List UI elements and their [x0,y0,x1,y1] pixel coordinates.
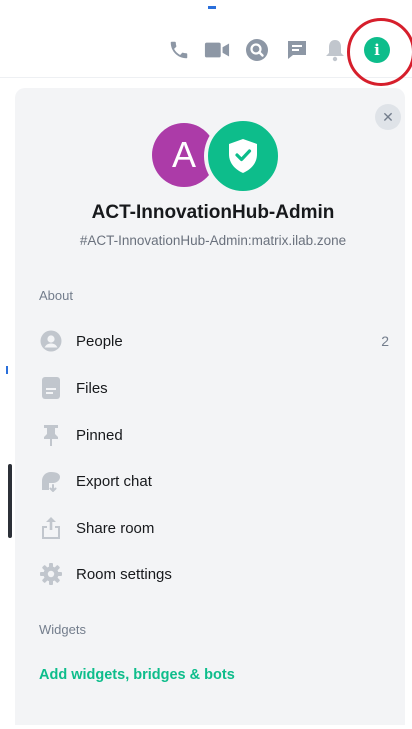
people-item[interactable]: People 2 [39,327,389,355]
phone-icon[interactable] [166,37,192,63]
focus-marker-left [6,366,8,374]
add-widgets-link[interactable]: Add widgets, bridges & bots [39,667,235,683]
room-settings-label: Room settings [76,565,172,583]
pin-icon [39,423,63,447]
files-item[interactable]: Files [39,374,389,402]
gear-icon [39,562,63,586]
export-chat-item[interactable]: Export chat [39,467,389,495]
export-chat-label: Export chat [76,472,152,490]
threads-icon[interactable] [284,37,310,63]
share-room-item[interactable]: Share room [39,514,389,542]
file-icon [39,376,63,400]
bell-icon[interactable] [322,37,348,63]
search-icon[interactable] [244,37,270,63]
room-name: ACT-InnovationHub-Admin [91,202,335,223]
files-label: Files [76,379,108,397]
room-alias: #ACT-InnovationHub-Admin:matrix.ilab.zon… [79,233,347,248]
export-icon [39,469,63,493]
room-settings-item[interactable]: Room settings [39,560,389,588]
person-icon [39,329,63,353]
scrollbar[interactable] [8,464,12,538]
header-divider [0,77,412,78]
pinned-label: Pinned [76,426,123,444]
close-icon[interactable]: ✕ [375,104,401,130]
about-heading: About [39,288,73,303]
pinned-item[interactable]: Pinned [39,421,389,449]
video-icon[interactable] [204,37,230,63]
share-room-label: Share room [76,519,155,537]
share-icon [39,516,63,540]
people-count: 2 [381,333,389,349]
focus-marker [208,6,216,9]
widgets-heading: Widgets [39,622,86,637]
verified-shield-icon [204,117,282,195]
highlight-circle [347,18,412,86]
people-label: People [76,332,123,350]
